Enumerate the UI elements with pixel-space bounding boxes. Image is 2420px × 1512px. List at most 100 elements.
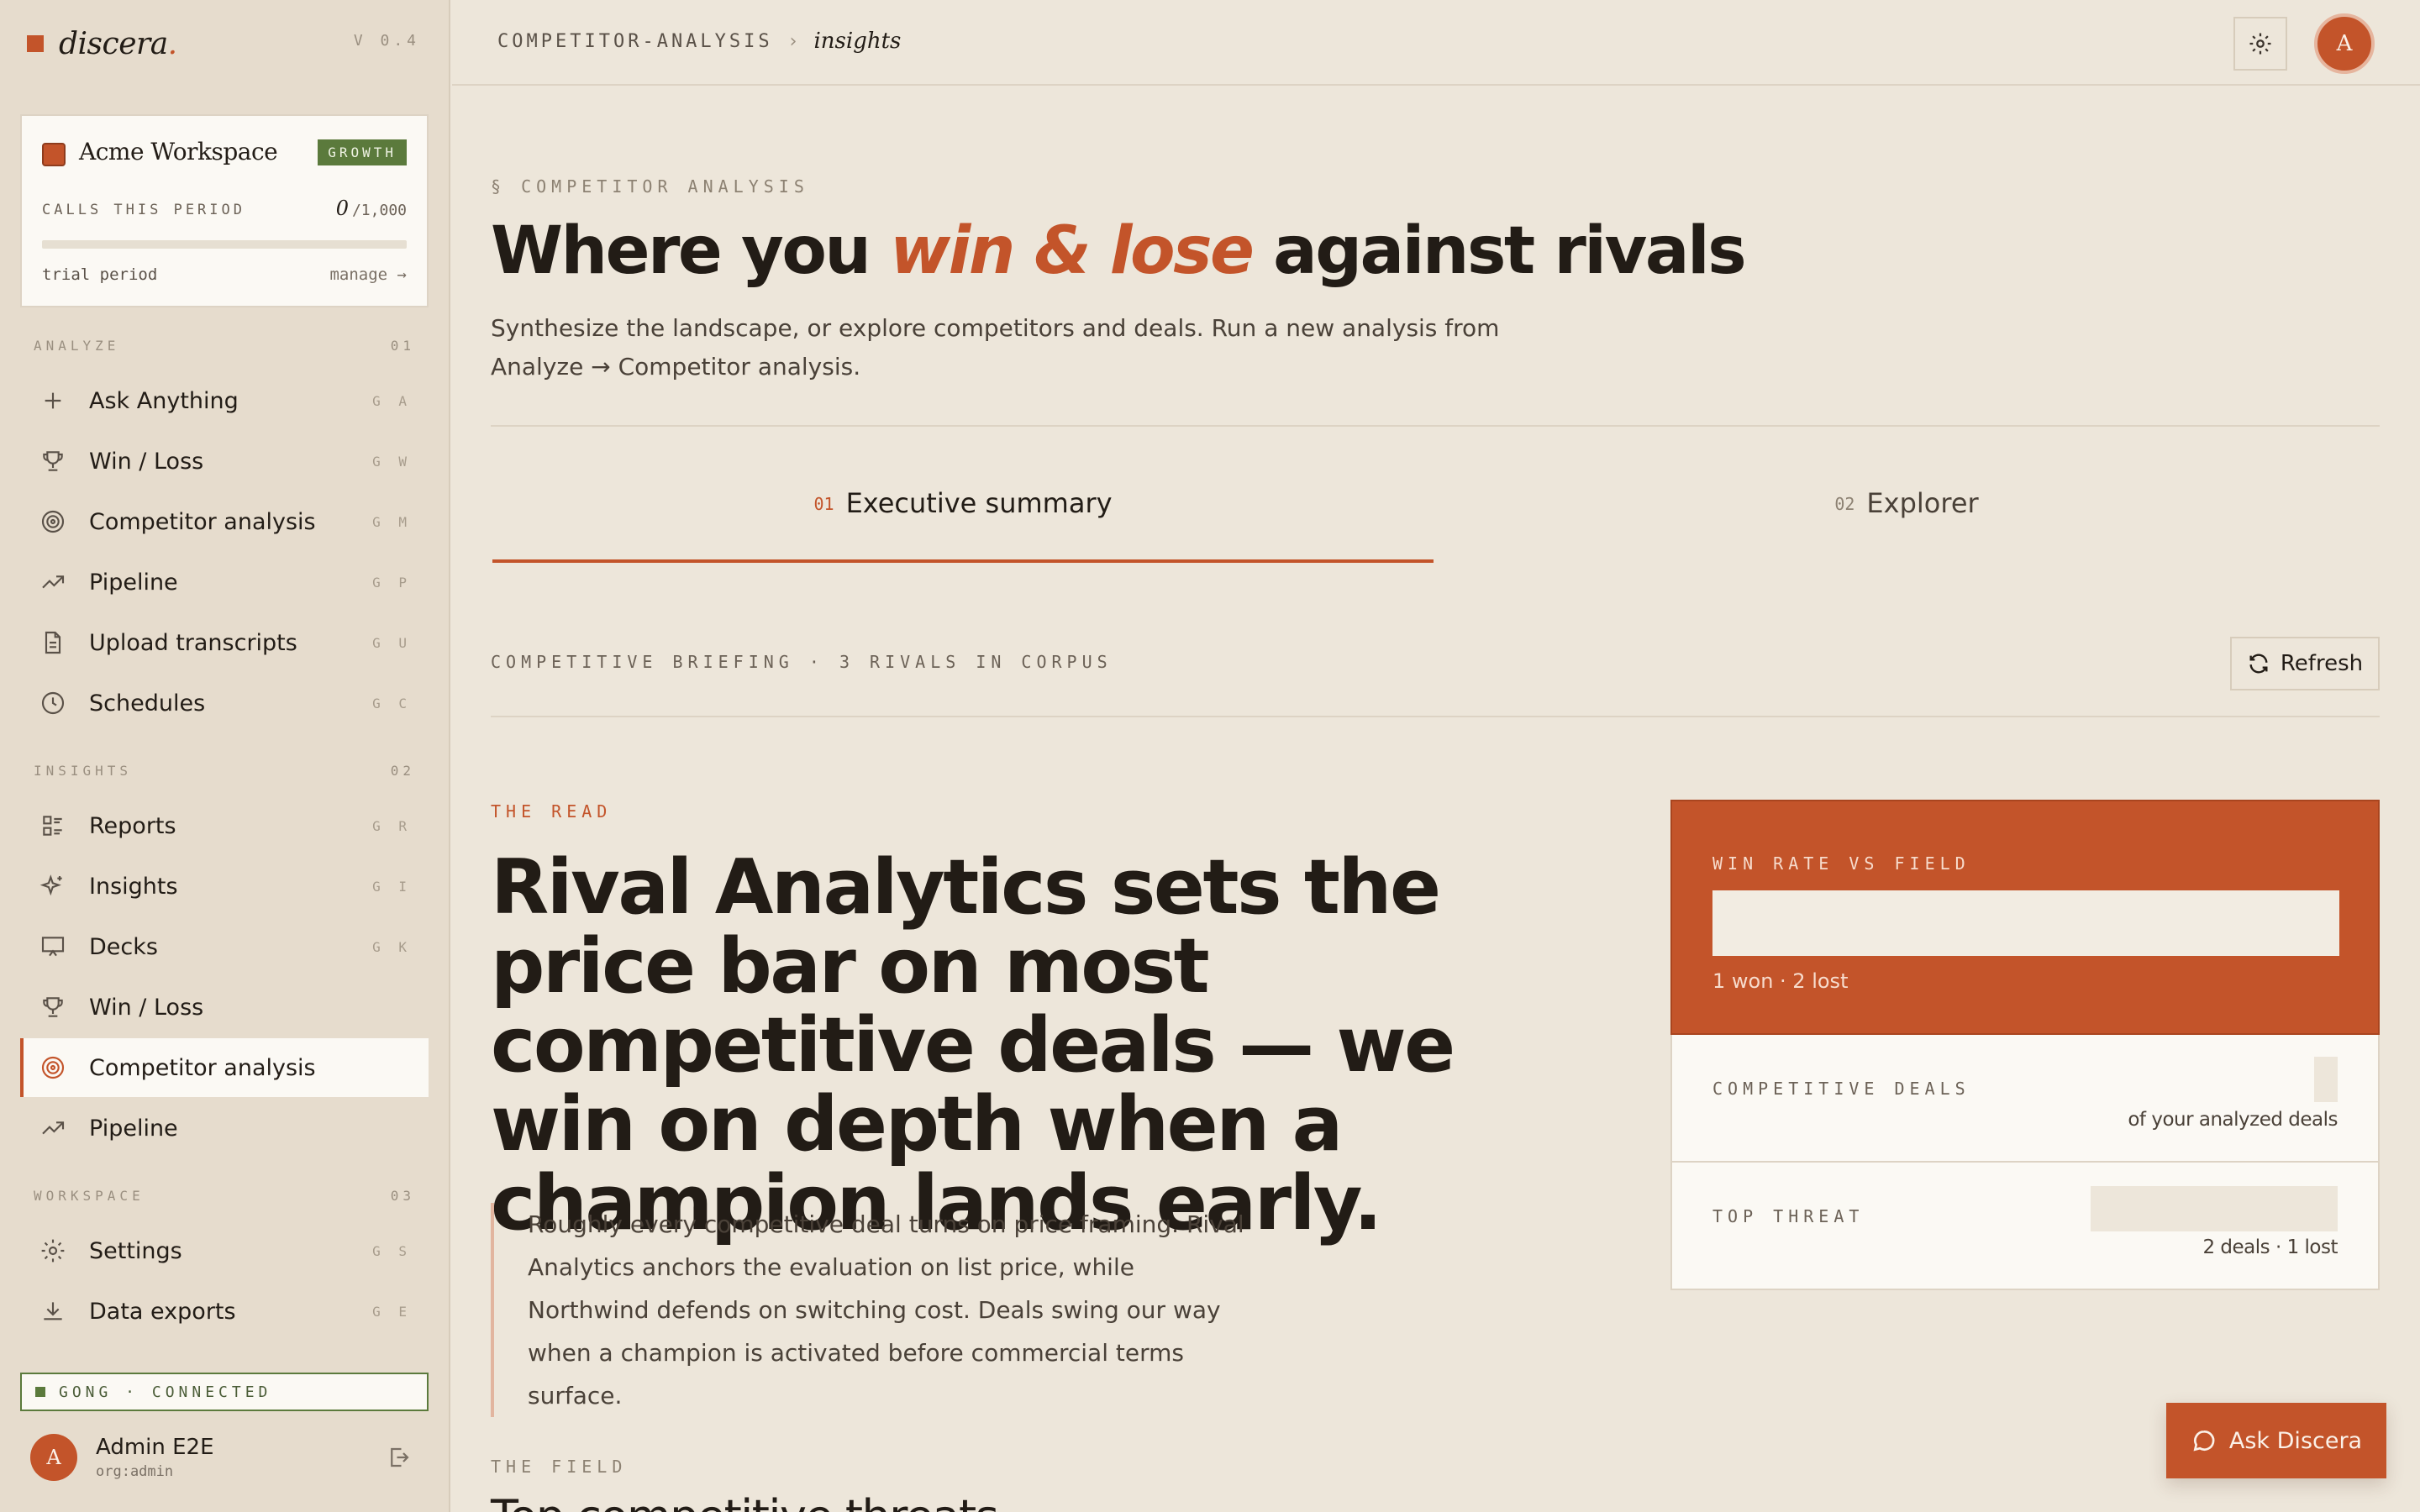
avatar: A [30,1434,77,1481]
trophy-icon [39,993,67,1021]
breadcrumb-current: insights [813,29,902,54]
trophy-icon [39,447,67,475]
sidebar-item-label: Insights [89,873,178,900]
sidebar-item-label: Pipeline [89,569,178,596]
shortcut-hint: G I [372,878,412,895]
brand-mark-icon [27,35,44,52]
manage-link[interactable]: manage → [329,265,407,284]
refresh-icon [2249,654,2268,674]
integration-status[interactable]: GONG · CONNECTED [20,1373,429,1411]
top-threat-label: TOP THREAT [1712,1206,1865,1226]
sidebar-item-win-loss-insights[interactable]: Win / Loss [20,978,429,1037]
sidebar-item-upload-transcripts[interactable]: Upload transcripts G U [20,613,429,672]
sidebar-item-label: Reports [89,812,176,839]
sidebar-item-label: Data exports [89,1298,236,1325]
field-eyebrow: THE FIELD [491,1457,628,1477]
shortcut-hint: G K [372,938,412,955]
settings-button[interactable] [2233,17,2287,71]
gear-icon [2249,33,2271,55]
brand-logo[interactable]: discera. [27,25,177,62]
brand-name: discera. [59,26,177,61]
shortcut-hint: G A [372,392,412,409]
divider [491,716,2380,717]
target-icon [39,1053,67,1082]
workspace-card[interactable]: Acme Workspace GROWTH CALLS THIS PERIOD … [20,114,429,307]
calls-label: CALLS THIS PERIOD [42,202,245,218]
list-icon [39,811,67,840]
user-org: org:admin [96,1463,174,1480]
trend-icon [39,1114,67,1142]
tab-executive-summary[interactable]: 01 Executive summary [492,487,1434,564]
sidebar-item-data-exports[interactable]: Data exports G E [20,1282,429,1341]
ask-discera-label: Ask Discera [2228,1427,2363,1454]
field-title: Top competitive threats [491,1490,999,1512]
tab-explorer[interactable]: 02 Explorer [1434,487,2380,564]
sidebar-item-label: Pipeline [89,1115,178,1142]
win-rate-label: WIN RATE VS FIELD [1712,853,1970,874]
sparkle-icon [39,872,67,900]
status-dot-icon [35,1387,45,1397]
target-icon [39,507,67,536]
ask-discera-button[interactable]: Ask Discera [2166,1403,2386,1478]
plus-icon [39,386,67,415]
sidebar-item-pipeline-insights[interactable]: Pipeline [20,1099,429,1158]
sidebar-item-insights[interactable]: Insights G I [20,857,429,916]
sidebar-item-reports[interactable]: Reports G R [20,796,429,855]
shortcut-hint: G S [372,1242,412,1259]
page-title: Where you win & lose against rivals [491,213,1747,289]
gear-icon [39,1236,67,1265]
user-profile[interactable]: A Admin E2E org:admin [30,1431,420,1483]
value-placeholder [2314,1057,2338,1102]
sidebar-item-ask-anything[interactable]: Ask Anything G A [20,371,429,430]
win-rate-card: WIN RATE VS FIELD 1 won · 2 lost [1670,800,2380,1035]
value-placeholder [2091,1186,2338,1231]
trial-status: trial period [42,265,158,284]
sidebar-item-label: Settings [89,1237,182,1264]
win-rate-summary: 1 won · 2 lost [1712,969,1849,993]
sidebar-item-label: Ask Anything [89,387,239,414]
breadcrumb-separator-icon: › [789,30,797,52]
shortcut-hint: G E [372,1303,412,1320]
breadcrumb-root[interactable]: COMPETITOR-ANALYSIS [497,31,773,52]
sidebar-item-schedules[interactable]: Schedules G C [20,674,429,732]
sidebar-item-competitor-analysis-active[interactable]: Competitor analysis [20,1038,429,1097]
logout-icon[interactable] [387,1445,412,1470]
page-subtitle: Synthesize the landscape, or explore com… [491,314,1500,381]
presentation-icon [39,932,67,961]
sidebar: discera. V 0.4 Acme Workspace GROWTH CAL… [0,0,450,1512]
shortcut-hint: G C [372,695,412,711]
sidebar-item-settings[interactable]: Settings G S [20,1221,429,1280]
sidebar-item-decks[interactable]: Decks G K [20,917,429,976]
divider [491,425,2380,427]
sidebar-item-competitor-analysis[interactable]: Competitor analysis G M [20,492,429,551]
refresh-label: Refresh [2280,651,2364,676]
workspace-icon [42,143,66,166]
document-icon [39,628,67,657]
refresh-button[interactable]: Refresh [2230,637,2380,690]
trend-icon [39,568,67,596]
workspace-name: Acme Workspace [79,138,278,165]
competitive-deals-caption: of your analyzed deals [2128,1109,2338,1131]
sidebar-item-label: Schedules [89,690,206,717]
app-version: V 0.4 [353,32,420,50]
sidebar-item-pipeline[interactable]: Pipeline G P [20,553,429,612]
win-rate-bar [1712,890,2339,956]
account-avatar[interactable]: A [2314,13,2375,74]
read-quote: Roughly every competitive deal turns on … [491,1203,1247,1417]
top-threat-card: TOP THREAT 2 deals · 1 lost [1670,1163,2380,1290]
calls-progress-bar [42,240,407,249]
briefing-label: COMPETITIVE BRIEFING · 3 RIVALS IN CORPU… [491,652,1113,672]
tab-label: Executive summary [845,487,1113,519]
sidebar-item-win-loss[interactable]: Win / Loss G W [20,432,429,491]
breadcrumb: COMPETITOR-ANALYSIS › insights [497,29,901,54]
tab-number: 02 [1834,494,1855,514]
shortcut-hint: G R [372,817,412,834]
section-head-insights: INSIGHTS 02 [34,763,415,779]
integration-status-label: GONG · CONNECTED [59,1383,272,1401]
section-head-workspace: WORKSPACE 03 [34,1188,415,1204]
sidebar-item-label: Decks [89,933,158,960]
shortcut-hint: G P [372,574,412,591]
chat-bubble-icon [2193,1430,2215,1452]
sidebar-item-label: Competitor analysis [89,508,316,535]
topbar: COMPETITOR-ANALYSIS › insights A [452,0,2420,86]
